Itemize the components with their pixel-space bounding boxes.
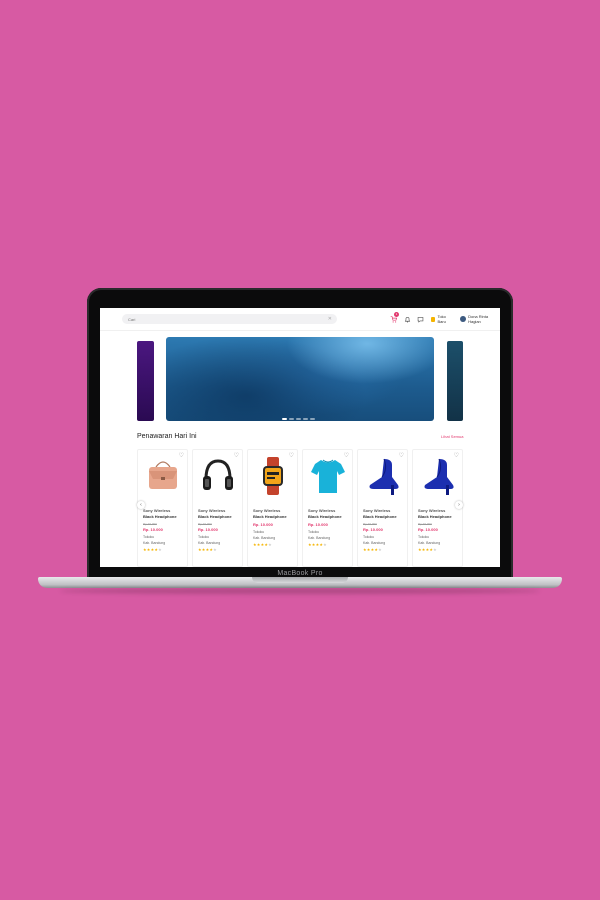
product-location: Kab. Bandung: [198, 541, 221, 545]
product-image: [197, 455, 239, 497]
product-brand: Sony Wireless: [363, 508, 391, 513]
product-brand: Sony Wireless: [308, 508, 336, 513]
product-rating: ★★★★★: [418, 547, 437, 552]
product-name: Black Headphone: [253, 514, 287, 519]
product-store: Tokoku: [143, 535, 155, 539]
product-store: Tokoku: [308, 530, 320, 534]
see-all-link[interactable]: Lihat Semua: [441, 434, 463, 439]
product-old-price: Rp 20.000: [363, 522, 377, 526]
product-price: Rp. 10.000: [253, 522, 273, 527]
product-image: [417, 455, 459, 497]
chevron-left-icon[interactable]: ‹: [137, 501, 145, 509]
product-name: Black Headphone: [363, 514, 397, 519]
cart-count-badge: 1: [394, 312, 399, 317]
carousel-dot[interactable]: [282, 418, 287, 420]
product-rating: ★★★★★: [143, 547, 162, 552]
carousel-prev-slide[interactable]: [137, 341, 154, 421]
store-label: Toko Baru: [437, 314, 446, 324]
carousel-dot[interactable]: [289, 418, 294, 420]
product-card[interactable]: ♡ Sony Wireless Black Headphone Rp 20.000 Rp…: [357, 449, 408, 567]
app-header: ✕ 1 Toko Baru Dona R: [100, 308, 500, 331]
carousel-dot[interactable]: [296, 418, 301, 420]
product-location: Kab. Bandung: [363, 541, 386, 545]
profile-name: Dona Rinta Hagian: [468, 314, 489, 324]
product-location: Kab. Bandung: [143, 541, 166, 545]
section-title: Penawaran Hari Ini: [137, 433, 197, 440]
product-card[interactable]: ♡ Sony Wireless Black Headphone Rp 20.000 Rp…: [412, 449, 463, 567]
product-card[interactable]: ♡ Sony Wireless Black Headphone Rp. 10.000 T…: [247, 449, 298, 567]
bell-icon[interactable]: [404, 315, 412, 323]
laptop-shadow: [60, 588, 540, 594]
carousel-main-banner[interactable]: [166, 337, 434, 421]
product-rating: ★★★★★: [253, 542, 272, 547]
product-price: Rp. 10.000: [198, 527, 218, 532]
laptop-opening-notch: [252, 577, 348, 583]
browser-screen: ✕ 1 Toko Baru Dona R: [100, 308, 500, 567]
product-location: Kab. Bandung: [253, 536, 276, 540]
laptop-mockup: ✕ 1 Toko Baru Dona R: [0, 0, 600, 900]
search-input[interactable]: [128, 314, 318, 324]
profile-menu[interactable]: Dona Rinta Hagian: [460, 314, 500, 324]
product-image: [362, 455, 404, 497]
product-location: Kab. Bandung: [418, 541, 441, 545]
product-name: Black Headphone: [198, 514, 232, 519]
store-icon: [430, 316, 436, 322]
carousel-dot[interactable]: [303, 418, 308, 420]
avatar: [460, 316, 467, 322]
product-price: Rp. 10.000: [143, 527, 163, 532]
clear-search-icon[interactable]: ✕: [328, 314, 332, 324]
product-name: Black Headphone: [418, 514, 452, 519]
product-card[interactable]: ♡ Sony Wireless Black Headphone Rp. 10.000 T…: [302, 449, 353, 567]
product-location: Kab. Bandung: [308, 536, 331, 540]
product-name: Black Headphone: [308, 514, 342, 519]
product-card[interactable]: ♡ Sony Wireless Black Headphone Rp 20.000 Rp…: [137, 449, 188, 567]
product-name: Black Headphone: [143, 514, 177, 519]
product-rating: ★★★★★: [198, 547, 217, 552]
product-image: [252, 455, 294, 497]
product-rating: ★★★★★: [363, 547, 382, 552]
product-brand: Sony Wireless: [253, 508, 281, 513]
product-store: Tokoku: [253, 530, 265, 534]
product-old-price: Rp 20.000: [198, 522, 212, 526]
product-brand: Sony Wireless: [198, 508, 226, 513]
product-price: Rp. 10.000: [308, 522, 328, 527]
product-rating: ★★★★★: [308, 542, 327, 547]
carousel-indicators: [282, 418, 315, 420]
product-old-price: Rp 20.000: [418, 522, 432, 526]
chevron-right-icon[interactable]: ›: [455, 501, 463, 509]
search-bar[interactable]: ✕: [122, 314, 337, 324]
product-store: Tokoku: [198, 535, 210, 539]
product-store: Tokoku: [363, 535, 375, 539]
product-brand: Sony Wireless: [143, 508, 171, 513]
product-carousel: ♡ Sony Wireless Black Headphone Rp 20.000 Rp…: [137, 449, 467, 567]
product-brand: Sony Wireless: [418, 508, 446, 513]
cart-icon[interactable]: 1: [390, 312, 399, 323]
product-price: Rp. 10.000: [418, 527, 438, 532]
store-button[interactable]: Toko Baru: [430, 314, 455, 324]
header-actions: 1 Toko Baru Dona Rinta Hagian: [390, 312, 500, 325]
product-old-price: Rp 20.000: [143, 522, 157, 526]
carousel-next-slide[interactable]: [447, 341, 463, 421]
product-image: [307, 455, 349, 497]
product-price: Rp. 10.000: [363, 527, 383, 532]
chat-icon[interactable]: [417, 315, 425, 323]
product-image: [142, 455, 184, 497]
carousel-dot[interactable]: [310, 418, 315, 420]
product-store: Tokoku: [418, 535, 430, 539]
product-card[interactable]: ♡ Sony Wireless Black Headphone Rp 20.000 Rp…: [192, 449, 243, 567]
